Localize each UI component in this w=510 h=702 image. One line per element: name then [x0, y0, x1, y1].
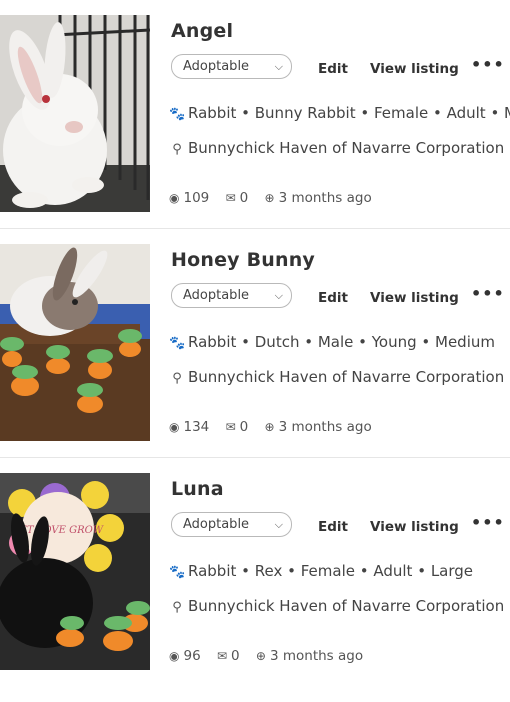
listing-stats: ◉ 96 ✉ 0 ⊕ 3 months ago	[169, 648, 363, 664]
envelope-icon: ✉	[216, 649, 228, 663]
plus-circle-icon: ⊕	[264, 420, 275, 434]
chevron-down-icon: ⌵	[274, 60, 283, 73]
pet-location: ⚲ Bunnychick Haven of Navarre Corporation	[169, 139, 504, 157]
pet-details: 🐾 Rabbit • Rex • Female • Adult • Large	[169, 562, 473, 580]
eye-icon: ◉	[169, 649, 180, 663]
listing-age: 3 months ago	[278, 190, 372, 206]
map-pin-icon: ⚲	[172, 600, 182, 615]
views-count: 134	[183, 419, 210, 435]
chevron-down-icon: ⌵	[274, 518, 283, 531]
listing-stats: ◉ 109 ✉ 0 ⊕ 3 months ago	[169, 190, 372, 206]
envelope-icon: ✉	[225, 420, 236, 434]
map-pin-icon: ⚲	[172, 142, 182, 157]
listing-card: LET LOVE GROW Luna Adoptable ⌵ Edit View…	[0, 473, 510, 702]
edit-button[interactable]: Edit	[318, 290, 348, 306]
status-value: Adoptable	[183, 59, 250, 74]
edit-button[interactable]: Edit	[318, 519, 348, 535]
more-options-button[interactable]: •••	[471, 513, 505, 532]
view-listing-link[interactable]: View listing	[370, 519, 459, 535]
listing-photo[interactable]	[0, 244, 150, 441]
status-value: Adoptable	[183, 517, 250, 532]
status-dropdown[interactable]: Adoptable ⌵	[171, 512, 292, 537]
eye-icon: ◉	[169, 191, 180, 205]
pet-location-text: Bunnychick Haven of Navarre Corporation	[188, 597, 505, 615]
pet-details: 🐾 Rabbit • Dutch • Male • Young • Medium	[169, 333, 495, 351]
pet-location: ⚲ Bunnychick Haven of Navarre Corporation	[169, 368, 504, 386]
divider	[0, 228, 510, 229]
pet-name[interactable]: Luna	[171, 478, 224, 500]
pet-location-text: Bunnychick Haven of Navarre Corporation	[188, 368, 505, 386]
listing-card: Honey Bunny Adoptable ⌵ Edit View listin…	[0, 244, 510, 473]
more-options-button[interactable]: •••	[471, 284, 505, 303]
plus-circle-icon: ⊕	[255, 649, 266, 663]
pet-details-text: Rabbit • Dutch • Male • Young • Medium	[188, 333, 495, 351]
paw-icon: 🐾	[169, 565, 186, 580]
paw-icon: 🐾	[169, 107, 186, 122]
status-value: Adoptable	[183, 288, 250, 303]
listing-stats: ◉ 134 ✉ 0 ⊕ 3 months ago	[169, 419, 372, 435]
paw-icon: 🐾	[169, 336, 186, 351]
more-options-button[interactable]: •••	[471, 55, 505, 74]
messages-count: 0	[231, 648, 240, 664]
plus-circle-icon: ⊕	[264, 191, 275, 205]
views-count: 96	[183, 648, 201, 664]
status-dropdown[interactable]: Adoptable ⌵	[171, 54, 292, 79]
envelope-icon: ✉	[225, 191, 236, 205]
status-dropdown[interactable]: Adoptable ⌵	[171, 283, 292, 308]
pet-location: ⚲ Bunnychick Haven of Navarre Corporation	[169, 597, 504, 615]
listing-photo[interactable]: LET LOVE GROW	[0, 473, 150, 670]
pet-name[interactable]: Angel	[171, 20, 233, 42]
listing-age: 3 months ago	[278, 419, 372, 435]
pet-details-text: Rabbit • Rex • Female • Adult • Large	[188, 562, 474, 580]
messages-count: 0	[239, 419, 249, 435]
views-count: 109	[183, 190, 210, 206]
pet-details-text: Rabbit • Bunny Rabbit • Female • Adult •…	[188, 104, 510, 122]
map-pin-icon: ⚲	[172, 371, 182, 386]
pet-location-text: Bunnychick Haven of Navarre Corporation	[188, 139, 505, 157]
divider	[0, 457, 510, 458]
chevron-down-icon: ⌵	[274, 289, 283, 302]
listing-age: 3 months ago	[269, 648, 364, 664]
eye-icon: ◉	[169, 420, 180, 434]
listing-photo[interactable]	[0, 15, 150, 212]
listing-card: Angel Adoptable ⌵ Edit View listing ••• …	[0, 15, 510, 244]
pet-details: 🐾 Rabbit • Bunny Rabbit • Female • Adult …	[169, 104, 510, 122]
messages-count: 0	[239, 190, 249, 206]
pet-name[interactable]: Honey Bunny	[171, 249, 315, 271]
view-listing-link[interactable]: View listing	[370, 290, 459, 306]
view-listing-link[interactable]: View listing	[370, 61, 459, 77]
edit-button[interactable]: Edit	[318, 61, 348, 77]
